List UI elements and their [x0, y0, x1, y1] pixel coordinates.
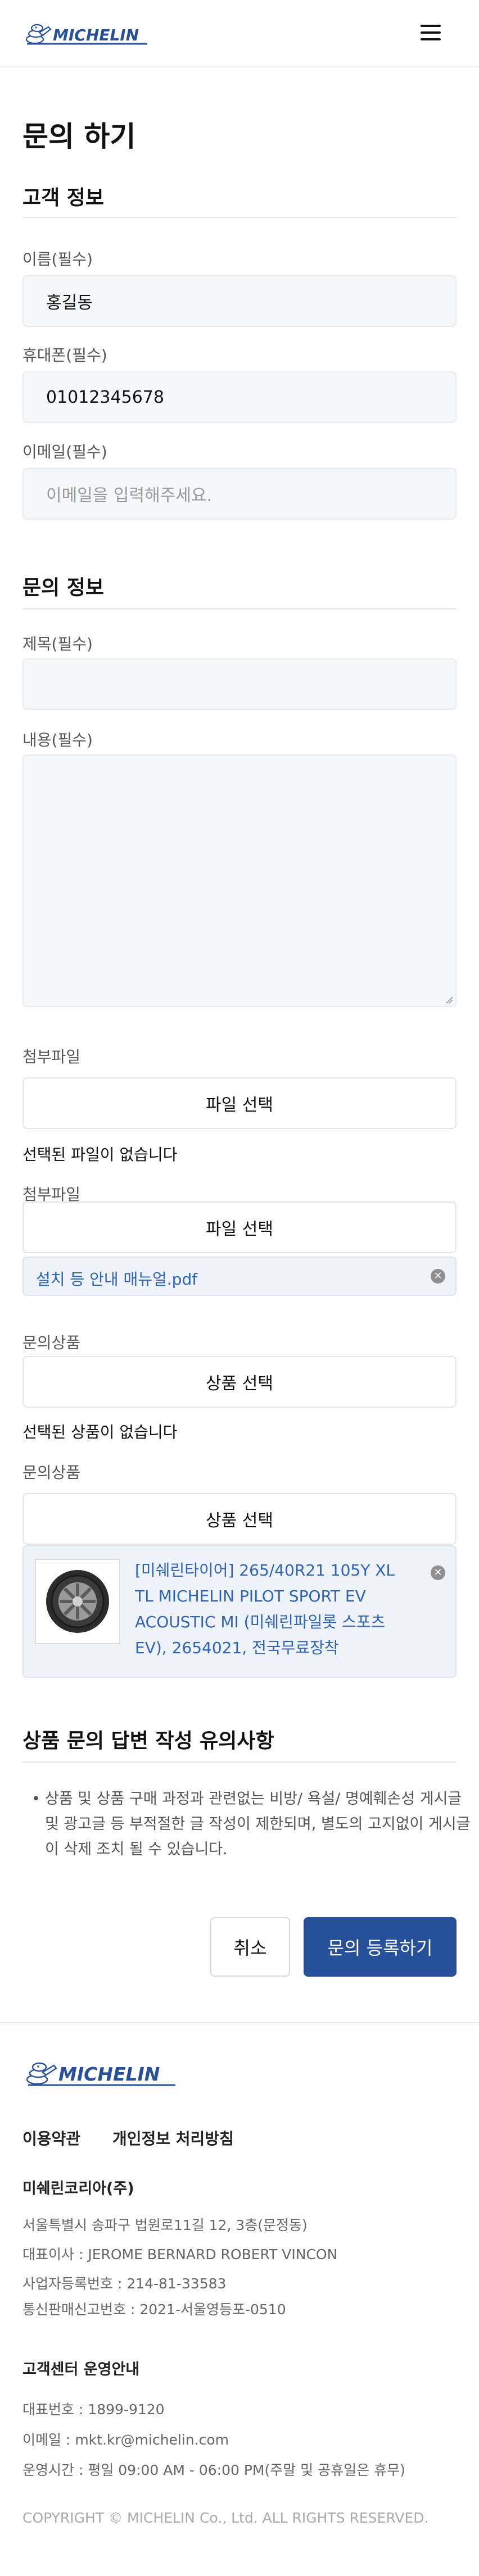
- svg-text:MICHELIN: MICHELIN: [58, 2063, 160, 2085]
- tire-product-image: [35, 1559, 120, 1644]
- customer-center-hours: 운영시간 : 평일 09:00 AM - 06:00 PM(주말 및 공휴일은 …: [22, 2462, 405, 2478]
- divider: [22, 1762, 457, 1763]
- product-select-button[interactable]: 상품 선택: [22, 1493, 457, 1545]
- resize-handle-icon[interactable]: [445, 996, 453, 1004]
- attached-file-chip: 설치 등 안내 매뉴얼.pdf ✕: [22, 1257, 457, 1296]
- product-select-button[interactable]: 상품 선택: [22, 1356, 457, 1408]
- email-label: 이메일(필수): [22, 443, 107, 461]
- phone-label: 휴대폰(필수): [22, 346, 107, 365]
- site-header: MICHELIN: [0, 0, 479, 67]
- inquiry-page: MICHELIN 문의 하기 고객 정보 이름(필수) 홍길동 휴대폰(필수) …: [0, 0, 479, 2575]
- company-ceo: 대표이사 : JEROME BERNARD ROBERT VINCON: [22, 2246, 338, 2263]
- divider: [22, 217, 457, 218]
- remove-file-icon[interactable]: ✕: [431, 1269, 445, 1284]
- page-title: 문의 하기: [22, 120, 136, 153]
- michelin-logo[interactable]: MICHELIN: [22, 20, 152, 47]
- footer-michelin-logo: MICHELIN: [22, 2058, 180, 2088]
- no-file-selected-text: 선택된 파일이 없습니다: [22, 1145, 178, 1164]
- product-label: 문의상품: [22, 1333, 81, 1352]
- michelin-bibendum-icon: MICHELIN: [25, 24, 147, 45]
- attached-file-name[interactable]: 설치 등 안내 매뉴얼.pdf: [36, 1267, 197, 1290]
- email-placeholder: 이메일을 입력해주세요.: [46, 486, 213, 506]
- company-address: 서울특별시 송파구 법원로11길 12, 3층(문정동): [22, 2217, 308, 2233]
- name-label: 이름(필수): [22, 250, 93, 268]
- divider: [22, 608, 457, 609]
- site-footer: MICHELIN 이용약관 개인정보 처리방침 미쉐린코리아(주) 서울특별시 …: [0, 2022, 479, 2576]
- email-field[interactable]: 이메일을 입력해주세요.: [22, 468, 457, 520]
- customer-center-phone: 대표번호 : 1899-9120: [22, 2401, 165, 2418]
- copyright-text: COPYRIGHT © MICHELIN Co., Ltd. ALL RIGHT…: [22, 2510, 429, 2526]
- tire-icon: [46, 1570, 109, 1633]
- privacy-policy-link[interactable]: 개인정보 처리방침: [112, 2127, 234, 2149]
- file-select-button[interactable]: 파일 선택: [22, 1077, 457, 1129]
- cancel-button[interactable]: 취소: [210, 1917, 290, 1977]
- hamburger-menu-icon[interactable]: [418, 22, 443, 43]
- inquiry-info-title: 문의 정보: [22, 576, 105, 599]
- michelin-bibendum-icon: MICHELIN: [26, 2062, 175, 2086]
- bullet-icon: •: [31, 1790, 40, 1808]
- no-product-selected-text: 선택된 상품이 없습니다: [22, 1423, 178, 1441]
- company-name: 미쉐린코리아(주): [22, 2180, 134, 2197]
- phone-value: 01012345678: [46, 387, 164, 407]
- content-textarea[interactable]: [22, 754, 457, 1007]
- customer-center-title: 고객센터 운영안내: [22, 2361, 140, 2378]
- product-label: 문의상품: [22, 1463, 81, 1482]
- phone-field[interactable]: 01012345678: [22, 371, 457, 423]
- subject-field[interactable]: [22, 658, 457, 710]
- terms-link[interactable]: 이용약관: [22, 2127, 80, 2149]
- selected-product-name[interactable]: [미쉐린타이어] 265/40R21 105Y XL TL MICHELIN P…: [135, 1558, 399, 1661]
- svg-text:MICHELIN: MICHELIN: [53, 26, 139, 44]
- selected-product-card: [미쉐린타이어] 265/40R21 105Y XL TL MICHELIN P…: [22, 1545, 457, 1678]
- subject-label: 제목(필수): [22, 635, 93, 653]
- content-label: 내용(필수): [22, 731, 93, 749]
- submit-inquiry-button[interactable]: 문의 등록하기: [304, 1917, 457, 1977]
- name-field[interactable]: 홍길동: [22, 275, 457, 327]
- business-registration-number: 사업자등록번호 : 214-81-33583: [22, 2275, 227, 2292]
- name-value: 홍길동: [46, 293, 93, 313]
- file-select-button[interactable]: 파일 선택: [22, 1201, 457, 1253]
- notice-text: 상품 및 상품 구매 과정과 관련없는 비방/ 욕설/ 명예훼손성 게시글 및 …: [45, 1790, 471, 1858]
- mail-order-registration: 통신판매신고번호 : 2021-서울영등포-0510: [22, 2301, 286, 2318]
- attachment-label: 첨부파일: [22, 1048, 81, 1066]
- customer-center-email[interactable]: 이메일 : mkt.kr@michelin.com: [22, 2429, 229, 2449]
- customer-info-title: 고객 정보: [22, 186, 105, 210]
- remove-product-icon[interactable]: ✕: [431, 1565, 445, 1580]
- notice-title: 상품 문의 답변 작성 유의사항: [22, 1730, 274, 1753]
